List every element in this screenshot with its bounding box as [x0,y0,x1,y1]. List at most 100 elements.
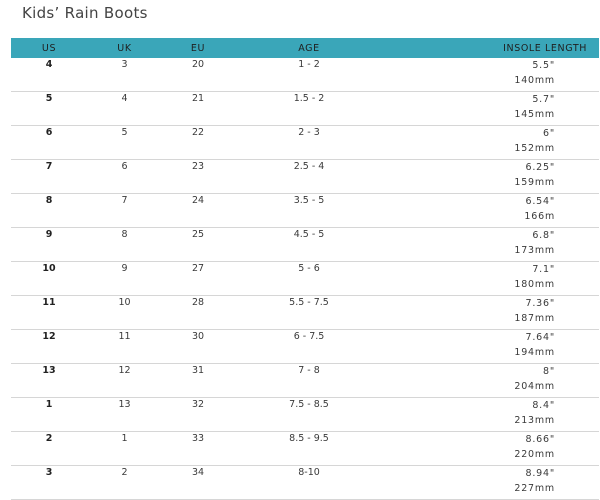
cell-us-size: 9 [11,227,87,262]
cell-insole-length: 8.66" 220mm [384,431,599,466]
cell-eu-size: 31 [162,363,234,398]
header-us: US [11,38,87,58]
insole-inches: 6.8" [532,230,555,241]
cell-us-size: 4 [11,58,87,92]
cell-insole-length: 6.54" 166m [384,193,599,228]
cell-us-size: 10 [11,261,87,296]
insole-millimeters: 173mm [514,245,555,256]
cell-age: 8-10 [234,465,384,500]
header-eu: EU [162,38,234,58]
cell-age: 4.5 - 5 [234,227,384,262]
insole-millimeters: 166m [524,211,555,222]
cell-us-size: 5 [11,91,87,126]
table-row: 3 2 34 8-10 8.94" 227mm [11,465,599,500]
table-row: 6 5 22 2 - 3 6" 152mm [11,125,599,160]
cell-eu-size: 23 [162,159,234,194]
table-row: 9 8 25 4.5 - 5 6.8" 173mm [11,227,599,262]
cell-insole-length: 5.7" 145mm [384,91,599,126]
cell-eu-size: 34 [162,465,234,500]
cell-insole-length: 8.4" 213mm [384,397,599,432]
cell-uk-size: 13 [87,397,162,432]
insole-inches: 7.36" [525,298,555,309]
cell-us-size: 6 [11,125,87,160]
insole-inches: 6.54" [525,196,555,207]
size-chart-table: US UK EU AGE INSOLE LENGTH 4 3 20 1 - 2 5.5"… [11,38,599,500]
table-body: 4 3 20 1 - 2 5.5" 140mm 5 4 21 1.5 - 2 5.7" 145mm 6 5… [11,58,599,500]
cell-insole-length: 6" 152mm [384,125,599,160]
insole-millimeters: 220mm [514,449,555,460]
cell-eu-size: 20 [162,58,234,92]
cell-us-size: 3 [11,465,87,500]
cell-uk-size: 10 [87,295,162,330]
cell-eu-size: 22 [162,125,234,160]
cell-eu-size: 25 [162,227,234,262]
cell-eu-size: 30 [162,329,234,364]
cell-us-size: 8 [11,193,87,228]
cell-age: 8.5 - 9.5 [234,431,384,466]
cell-uk-size: 5 [87,125,162,160]
cell-insole-length: 8.94" 227mm [384,465,599,500]
cell-age: 7 - 8 [234,363,384,398]
cell-uk-size: 8 [87,227,162,262]
insole-millimeters: 180mm [514,279,555,290]
cell-insole-length: 7.1" 180mm [384,261,599,296]
table-row: 1 13 32 7.5 - 8.5 8.4" 213mm [11,397,599,432]
cell-age: 2 - 3 [234,125,384,160]
table-row: 2 1 33 8.5 - 9.5 8.66" 220mm [11,431,599,466]
cell-uk-size: 7 [87,193,162,228]
cell-us-size: 12 [11,329,87,364]
cell-eu-size: 21 [162,91,234,126]
table-row: 8 7 24 3.5 - 5 6.54" 166m [11,193,599,228]
insole-inches: 8.4" [532,400,555,411]
insole-inches: 6.25" [525,162,555,173]
cell-eu-size: 27 [162,261,234,296]
cell-uk-size: 9 [87,261,162,296]
cell-eu-size: 32 [162,397,234,432]
insole-inches: 5.7" [532,94,555,105]
cell-insole-length: 6.25" 159mm [384,159,599,194]
cell-eu-size: 28 [162,295,234,330]
insole-millimeters: 145mm [514,109,555,120]
cell-age: 2.5 - 4 [234,159,384,194]
insole-inches: 8.94" [525,468,555,479]
cell-insole-length: 8" 204mm [384,363,599,398]
cell-insole-length: 7.64" 194mm [384,329,599,364]
cell-uk-size: 6 [87,159,162,194]
table-row: 4 3 20 1 - 2 5.5" 140mm [11,58,599,92]
cell-age: 5.5 - 7.5 [234,295,384,330]
cell-age: 3.5 - 5 [234,193,384,228]
insole-millimeters: 213mm [514,415,555,426]
table-row: 7 6 23 2.5 - 4 6.25" 159mm [11,159,599,194]
cell-uk-size: 4 [87,91,162,126]
cell-us-size: 11 [11,295,87,330]
insole-inches: 7.64" [525,332,555,343]
cell-age: 5 - 6 [234,261,384,296]
cell-eu-size: 24 [162,193,234,228]
cell-insole-length: 5.5" 140mm [384,58,599,92]
insole-inches: 6" [542,128,555,139]
header-age: AGE [234,38,384,58]
cell-eu-size: 33 [162,431,234,466]
insole-millimeters: 140mm [514,75,555,86]
insole-inches: 8.66" [525,434,555,445]
cell-age: 7.5 - 8.5 [234,397,384,432]
cell-insole-length: 6.8" 173mm [384,227,599,262]
insole-millimeters: 227mm [514,483,555,494]
table-row: 5 4 21 1.5 - 2 5.7" 145mm [11,91,599,126]
insole-millimeters: 204mm [514,381,555,392]
cell-uk-size: 12 [87,363,162,398]
page-title: Kids’ Rain Boots [22,4,148,22]
cell-us-size: 7 [11,159,87,194]
cell-age: 1 - 2 [234,58,384,92]
insole-inches: 5.5" [532,60,555,71]
insole-inches: 8" [542,366,555,377]
table-header-row: US UK EU AGE INSOLE LENGTH [11,38,599,58]
cell-uk-size: 2 [87,465,162,500]
table-row: 12 11 30 6 - 7.5 7.64" 194mm [11,329,599,364]
table-row: 13 12 31 7 - 8 8" 204mm [11,363,599,398]
table-row: 11 10 28 5.5 - 7.5 7.36" 187mm [11,295,599,330]
cell-uk-size: 1 [87,431,162,466]
insole-inches: 7.1" [532,264,555,275]
cell-uk-size: 3 [87,58,162,92]
cell-uk-size: 11 [87,329,162,364]
